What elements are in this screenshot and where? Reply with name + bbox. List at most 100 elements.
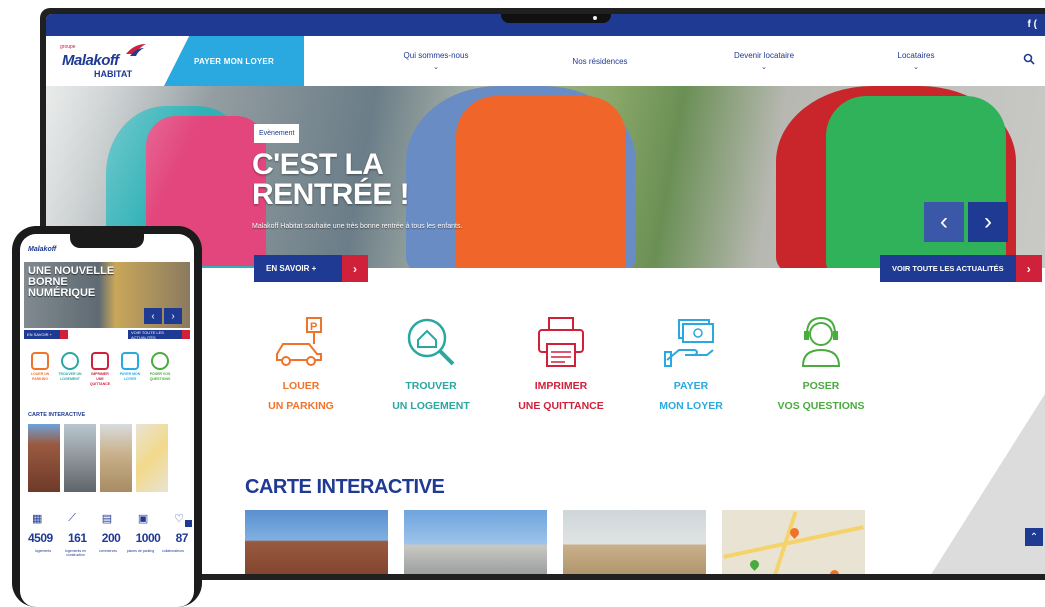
slider-next-button[interactable]: ›: [968, 202, 1008, 242]
service-label-line: UNE QUITTANCE: [518, 400, 604, 412]
stat-label: collaborateurs: [162, 549, 184, 553]
mobile-service-label: POSER VOS QUESTIONS: [149, 372, 171, 381]
residence-photo[interactable]: [100, 424, 132, 492]
nav-item-about[interactable]: Qui sommes-nous ⌄: [376, 36, 496, 86]
printer-icon: [538, 317, 584, 367]
chevron-right-icon: [60, 330, 68, 339]
service-label-line: UN PARKING: [268, 400, 334, 412]
slider-prev-button[interactable]: ‹: [144, 308, 162, 324]
mobile-service-label: PAYER MON LOYER: [119, 372, 141, 381]
mobile-map-thumbnails: [28, 424, 168, 492]
decorative-shape: [925, 394, 1045, 574]
facebook-icon[interactable]: f (: [1028, 19, 1037, 30]
mobile-all-news-label: VOIR TOUTE LES ACTUALITÉS: [128, 330, 182, 340]
mobile-service-rent-parking[interactable]: LOUER UN PARKING: [28, 352, 52, 387]
mobile-device-frame: Malakoff UNE NOUVELLE BORNE NUMÉRIQUE ‹ …: [12, 226, 202, 607]
pay-hand-icon: [664, 319, 714, 367]
hero-photo-backpack: [456, 96, 626, 268]
residence-photo[interactable]: [28, 424, 60, 492]
map-pin-icon[interactable]: [748, 558, 761, 571]
mobile-screen: Malakoff UNE NOUVELLE BORNE NUMÉRIQUE ‹ …: [20, 234, 194, 607]
service-label-line: LOUER: [282, 380, 320, 392]
mobile-slider-controls: ‹ ›: [144, 308, 182, 324]
chevron-right-icon: [182, 330, 190, 339]
nav-item-label: Qui sommes-nous: [403, 51, 469, 60]
mobile-all-news-button[interactable]: VOIR TOUTE LES ACTUALITÉS: [128, 330, 190, 340]
chevron-right-icon: ›: [342, 255, 368, 282]
service-ask-questions[interactable]: POSER VOS QUESTIONS: [756, 314, 886, 416]
mobile-service-print-receipt[interactable]: IMPRIMER UNE QUITTANCE: [88, 352, 112, 387]
house-search-icon: [407, 318, 455, 366]
parking-car-icon: P: [276, 317, 322, 366]
nav-item-residences[interactable]: Nos résidences: [540, 36, 660, 86]
stat-value: 161: [67, 531, 87, 545]
hero-title-line: RENTRÉE !: [252, 178, 410, 211]
residence-photo[interactable]: [563, 510, 706, 574]
stat-label: logements: [34, 549, 52, 553]
interactive-map-thumbnail[interactable]: [136, 424, 168, 492]
search-icon[interactable]: [1023, 53, 1037, 67]
service-rent-parking[interactable]: P LOUER UN PARKING: [236, 314, 366, 416]
building-icon: ▦: [32, 513, 43, 525]
service-print-receipt[interactable]: IMPRIMER UNE QUITTANCE: [496, 314, 626, 416]
stat-label: commerces: [98, 549, 118, 553]
hero-photo-backpack: [826, 96, 1006, 268]
mobile-logo[interactable]: Malakoff: [28, 246, 56, 253]
stat-values: 4509 161 200 1000 87: [28, 531, 188, 545]
mobile-service-label: IMPRIMER UNE QUITTANCE: [89, 372, 111, 386]
stat-labels: logements logements en construction comm…: [28, 549, 188, 557]
learn-more-label: EN SAVOIR +: [254, 255, 342, 282]
interactive-map-thumbnail[interactable]: [722, 510, 865, 574]
all-news-label: VOIR TOUTE LES ACTUALITÉS: [880, 255, 1016, 282]
service-label-line: MON LOYER: [659, 400, 723, 412]
residence-photo[interactable]: [404, 510, 547, 574]
stat-value: 1000: [135, 531, 161, 545]
service-label: IMPRIMER UNE QUITTANCE: [496, 376, 626, 416]
quick-services: P LOUER UN PARKING TROUVER UN LOGEMENT I…: [236, 314, 886, 424]
service-find-housing[interactable]: TROUVER UN LOGEMENT: [366, 314, 496, 416]
mobile-service-label: LOUER UN PARKING: [30, 372, 50, 381]
slider-prev-button[interactable]: ‹: [924, 202, 964, 242]
nav-item-label: Locataires: [897, 51, 935, 60]
interactive-map-title: CARTE INTERACTIVE: [245, 476, 445, 498]
residence-photo[interactable]: [64, 424, 96, 492]
house-search-icon: [61, 352, 79, 370]
service-label-line: PAYER: [673, 380, 709, 392]
slider-next-button[interactable]: ›: [164, 308, 182, 324]
malakoff-habitat-logo[interactable]: groupe Malakoff HABITAT: [58, 42, 158, 82]
mobile-service-find-housing[interactable]: TROUVER UN LOGEMENT: [58, 352, 82, 387]
nav-item-tenants[interactable]: Locataires ⌄: [856, 36, 976, 86]
mobile-hero-title: UNE NOUVELLE BORNE NUMÉRIQUE: [28, 266, 114, 299]
hero-subtitle: Malakoff Habitat souhaite une très bonne…: [252, 223, 463, 230]
stat-value: 200: [101, 531, 121, 545]
crane-icon: ⟋: [68, 512, 76, 524]
stat-value: 4509: [28, 531, 53, 545]
chevron-right-icon: ›: [1015, 255, 1042, 282]
chevron-down-icon: ⌄: [761, 64, 767, 71]
map-pin-icon[interactable]: [828, 568, 841, 574]
stat-value: 87: [175, 531, 189, 545]
mobile-service-pay-rent[interactable]: PAYER MON LOYER: [118, 352, 142, 387]
showcase-stage: f ( groupe Malakoff HABITAT PAYER MON LO…: [0, 0, 1045, 607]
logo-sub: HABITAT: [94, 69, 133, 79]
headset-icon: [801, 316, 841, 367]
pay-rent-button[interactable]: PAYER MON LOYER: [164, 36, 304, 86]
main-navigation: groupe Malakoff HABITAT PAYER MON LOYER …: [46, 36, 1045, 86]
learn-more-button[interactable]: EN SAVOIR + ›: [254, 255, 368, 282]
service-label-line: UN LOGEMENT: [392, 400, 470, 412]
service-label: PAYER MON LOYER: [626, 376, 756, 416]
service-label: TROUVER UN LOGEMENT: [366, 376, 496, 416]
service-label-line: IMPRIMER: [534, 380, 588, 392]
mobile-learn-more-button[interactable]: EN SAVOIR +: [24, 330, 68, 339]
hero-title: C'EST LA RENTRÉE !: [252, 150, 410, 211]
mobile-scroll-top-button[interactable]: [185, 520, 192, 527]
parking-icon: ▣: [137, 513, 149, 525]
service-pay-rent[interactable]: PAYER MON LOYER: [626, 314, 756, 416]
nav-item-become-tenant[interactable]: Devenir locataire ⌄: [704, 36, 824, 86]
mobile-service-ask-questions[interactable]: POSER VOS QUESTIONS: [148, 352, 172, 387]
residence-photo[interactable]: [245, 510, 388, 574]
stat-label: logements en construction: [64, 549, 86, 557]
all-news-button[interactable]: VOIR TOUTE LES ACTUALITÉS ›: [880, 255, 1042, 282]
scroll-top-button[interactable]: ⌃: [1025, 528, 1043, 546]
logo-name: Malakoff: [62, 52, 119, 69]
